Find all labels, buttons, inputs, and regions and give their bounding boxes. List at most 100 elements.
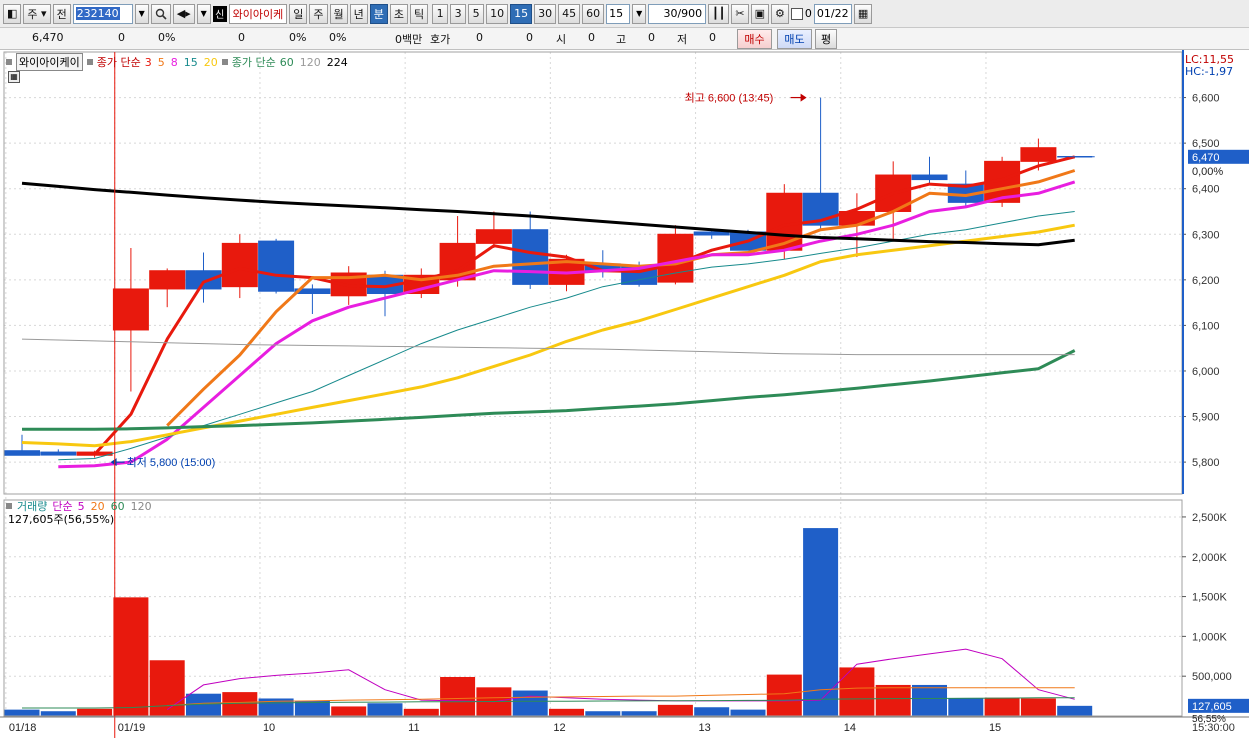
legend-ma-period-20[interactable]: 20 [204, 56, 218, 69]
legend-stock-name[interactable]: 와이아이케이 [16, 53, 83, 71]
volume-bar[interactable] [1057, 705, 1093, 716]
quote-bar: 6,470 0 0% 0 0% 0% 0백만 호가 0 0 시 0 고 0 저 … [0, 28, 1249, 50]
candle-body[interactable] [693, 231, 730, 236]
interval-button-30[interactable]: 30 [534, 3, 557, 24]
interval-button-60[interactable]: 60 [582, 3, 605, 24]
candle-body[interactable] [512, 229, 549, 285]
period-button-group: 일주월년분초틱 [289, 3, 429, 24]
candle-body[interactable] [1020, 147, 1057, 162]
legend-ma-period-8[interactable]: 8 [171, 56, 178, 69]
tools-icon[interactable]: ✂ [731, 3, 749, 24]
date-input[interactable]: 01/22 [813, 3, 852, 24]
candle-type-icon[interactable]: ┃┃ [708, 3, 730, 24]
view-select[interactable]: 전 [52, 3, 71, 24]
period-button-1[interactable]: 주 [309, 3, 328, 24]
volume-bar[interactable] [294, 700, 330, 716]
candle-body[interactable] [911, 174, 948, 181]
period-type-select[interactable]: 주 ▾ [23, 3, 51, 24]
volume-legend-period-120[interactable]: 120 [131, 500, 152, 513]
period-button-5[interactable]: 초 [389, 3, 409, 24]
volume-bar[interactable] [694, 707, 730, 716]
layout-icon[interactable]: ◧ [3, 3, 22, 24]
volume-bar[interactable] [984, 697, 1020, 716]
volume-bar[interactable] [440, 676, 476, 716]
volume-bar[interactable] [77, 708, 113, 716]
calendar-icon[interactable]: ▦ [853, 3, 873, 24]
sell-button[interactable]: 매도 [777, 29, 812, 49]
volume-bar[interactable] [40, 711, 76, 716]
volume-bar[interactable] [512, 690, 548, 716]
save-icon[interactable]: ▣ [750, 3, 770, 24]
chart-area[interactable]: 최고 6,600 (13:45) 최저 5,800 (15:00) 5,800 5,… [0, 50, 1249, 738]
code-input[interactable]: 232140 [72, 3, 133, 24]
volume-bar[interactable] [730, 709, 766, 716]
candle-body[interactable] [475, 229, 512, 244]
quote-volume-pct: 0% [289, 31, 307, 44]
interval-dropdown-icon[interactable]: ▼ [632, 3, 647, 24]
data-table-icon[interactable]: ▦ [8, 71, 20, 83]
volume-bar[interactable] [4, 709, 40, 716]
candle-body[interactable] [4, 450, 40, 456]
search-icon[interactable] [150, 3, 171, 24]
volume-bar[interactable] [331, 706, 367, 716]
period-button-0[interactable]: 일 [289, 3, 308, 24]
speaker-dropdown-icon[interactable]: ▼ [196, 3, 211, 24]
legend-ma-periods: 3 5 8 15 20 [145, 56, 218, 69]
code-dropdown-icon[interactable]: ▼ [134, 3, 149, 24]
legend-ma2-period-60[interactable]: 60 [280, 56, 294, 69]
candle-body[interactable] [185, 270, 222, 290]
date-tick-label: 13 [699, 722, 711, 734]
period-button-4[interactable]: 분 [369, 3, 388, 24]
volume-bar[interactable] [367, 703, 403, 716]
speaker-icon[interactable]: ◀▸ [172, 3, 195, 24]
legend-ma2-label[interactable]: 종가 단순 [232, 54, 276, 70]
date-tick-label: 15 [989, 722, 1001, 734]
volume-bar[interactable] [766, 674, 802, 716]
legend-ma-period-15[interactable]: 15 [184, 56, 198, 69]
volume-bar[interactable] [149, 660, 185, 716]
volume-bar[interactable] [549, 708, 584, 716]
volume-bar[interactable] [912, 684, 947, 716]
legend-ma-period-5[interactable]: 5 [158, 56, 165, 69]
period-button-3[interactable]: 년 [349, 3, 368, 24]
period-button-2[interactable]: 월 [329, 3, 348, 24]
candle-body[interactable] [766, 192, 803, 251]
interval-button-5[interactable]: 5 [468, 3, 485, 24]
volume-bar[interactable] [1020, 698, 1056, 716]
candle-body[interactable] [112, 288, 149, 331]
interval-button-15[interactable]: 15 [510, 3, 533, 24]
candle-body[interactable] [40, 451, 77, 456]
date-tick-label: 01/18 [9, 722, 37, 734]
auto-checkbox[interactable] [790, 7, 803, 20]
legend-ma-period-3[interactable]: 3 [145, 56, 152, 69]
volume-bar[interactable] [621, 711, 657, 716]
legend-ma2-period-224[interactable]: 224 [327, 56, 348, 69]
legend-ma2-period-120[interactable]: 120 [300, 56, 321, 69]
interval-button-3[interactable]: 3 [450, 3, 467, 24]
legend-ma-label[interactable]: 종가 단순 [97, 54, 141, 70]
candle-body[interactable] [149, 270, 186, 290]
legend-square-icon [221, 59, 228, 65]
interval-button-1[interactable]: 1 [432, 3, 449, 24]
volume-bar[interactable] [657, 704, 693, 716]
volume-bar[interactable] [585, 711, 621, 716]
buy-button[interactable]: 매수 [737, 29, 772, 49]
balance-button[interactable]: 평 [815, 29, 837, 49]
interval-button-10[interactable]: 10 [486, 3, 509, 24]
period-button-6[interactable]: 틱 [410, 3, 429, 24]
volume-bar[interactable] [113, 597, 149, 716]
interval-button-45[interactable]: 45 [558, 3, 581, 24]
price-scale-bar[interactable] [1182, 50, 1184, 494]
bar-count-input[interactable]: 30/900 [648, 3, 707, 24]
high-annotation: 최고 6,600 (13:45) [685, 92, 774, 105]
quote-change: 0 [118, 31, 125, 44]
price-tick-label: 5,800 [1192, 457, 1220, 469]
volume-bar[interactable] [875, 684, 911, 716]
volume-bar[interactable] [403, 708, 439, 716]
settings-gear-icon[interactable]: ⚙ [771, 3, 789, 24]
candle-body[interactable] [221, 242, 258, 288]
candle-body[interactable] [258, 240, 295, 292]
volume-bar[interactable] [948, 698, 984, 716]
volume-bar[interactable] [839, 667, 875, 716]
interval-input[interactable]: 15 [606, 3, 631, 24]
